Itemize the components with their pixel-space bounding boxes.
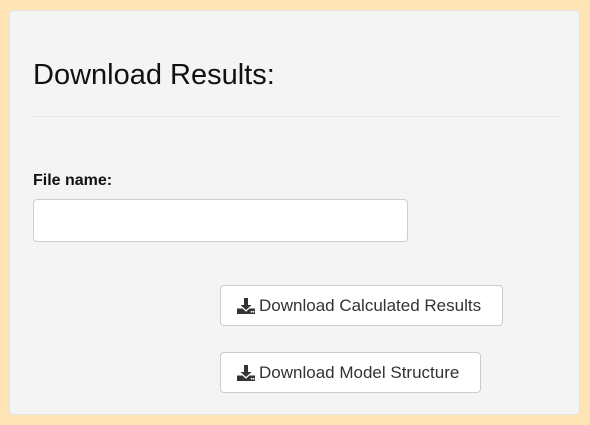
download-icon [236,297,256,315]
file-name-input[interactable] [33,199,408,242]
download-model-structure-label: Download Model Structure [259,362,460,382]
download-icon [236,364,256,382]
download-model-structure-button[interactable]: Download Model Structure [220,352,481,393]
file-name-label: File name: [33,172,113,189]
panel-title: Download Results: [33,59,275,91]
download-calculated-results-button[interactable]: Download Calculated Results [220,285,503,326]
download-calculated-results-label: Download Calculated Results [259,295,482,315]
download-results-panel: Download Results: File name: Download Ca… [9,10,580,415]
divider [33,116,560,117]
